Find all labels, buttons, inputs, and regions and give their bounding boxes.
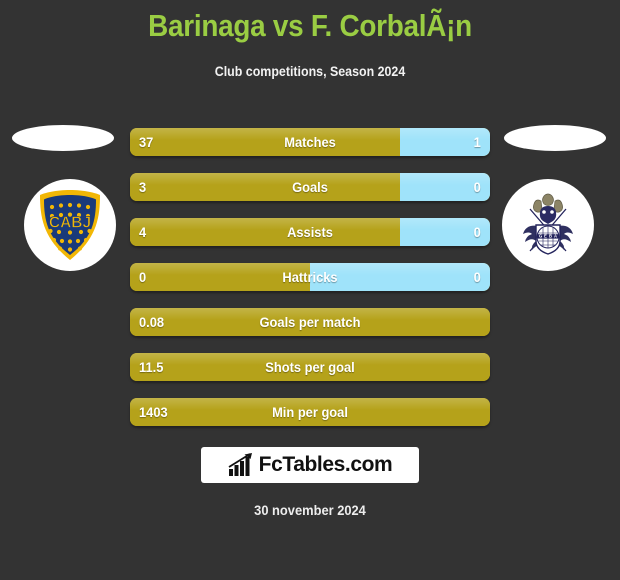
stat-row: 0 Hattricks 0 [130, 263, 490, 291]
away-team-crest: GEBA [502, 179, 594, 271]
stat-label: Goals per match [259, 314, 361, 330]
stat-row: 1403 Min per goal [130, 398, 490, 426]
stat-row: 37 Matches 1 [130, 128, 490, 156]
home-team-crest: CABJ [24, 179, 116, 271]
home-crest-text: CABJ [49, 215, 91, 232]
stat-comparison-card: Barinaga vs F. CorbalÃ¡n Club competitio… [0, 0, 620, 580]
away-stat-value: 0 [473, 224, 481, 240]
decorative-ellipse-left [12, 125, 114, 151]
page-title: Barinaga vs F. CorbalÃ¡n [148, 8, 472, 43]
stat-label: Hattricks [282, 269, 338, 285]
stat-label: Min per goal [272, 404, 348, 420]
stat-label: Shots per goal [265, 359, 355, 375]
stat-row: 11.5 Shots per goal [130, 353, 490, 381]
stat-label: Assists [287, 224, 333, 240]
away-stat-value: 1 [473, 134, 481, 150]
stat-row: 0.08 Goals per match [130, 308, 490, 336]
decorative-ellipse-right [504, 125, 606, 151]
svg-text:G: G [539, 234, 542, 239]
svg-text:B: B [549, 234, 552, 239]
stat-label: Matches [284, 134, 336, 150]
fctables-brand-logo[interactable]: FcTables.com [201, 447, 419, 483]
brand-name: FcTables.com [258, 453, 393, 476]
svg-text:A: A [554, 234, 557, 239]
stat-row: 4 Assists 0 [130, 218, 490, 246]
stats-list: 37 Matches 1 3 Goals 0 4 Assists 0 0 Hat… [130, 128, 490, 443]
boca-juniors-crest-icon: CABJ [40, 190, 100, 260]
footer-date: 30 november 2024 [254, 502, 366, 518]
gimnasia-la-plata-crest-icon: GEBA [523, 193, 573, 255]
svg-text:E: E [544, 234, 547, 239]
away-stat-value: 0 [473, 179, 481, 195]
page-subtitle: Club competitions, Season 2024 [214, 64, 406, 79]
stat-row: 3 Goals 0 [130, 173, 490, 201]
away-stat-value: 0 [473, 269, 481, 285]
stat-label: Goals [292, 179, 328, 195]
bar-chart-arrow-icon [228, 453, 252, 476]
